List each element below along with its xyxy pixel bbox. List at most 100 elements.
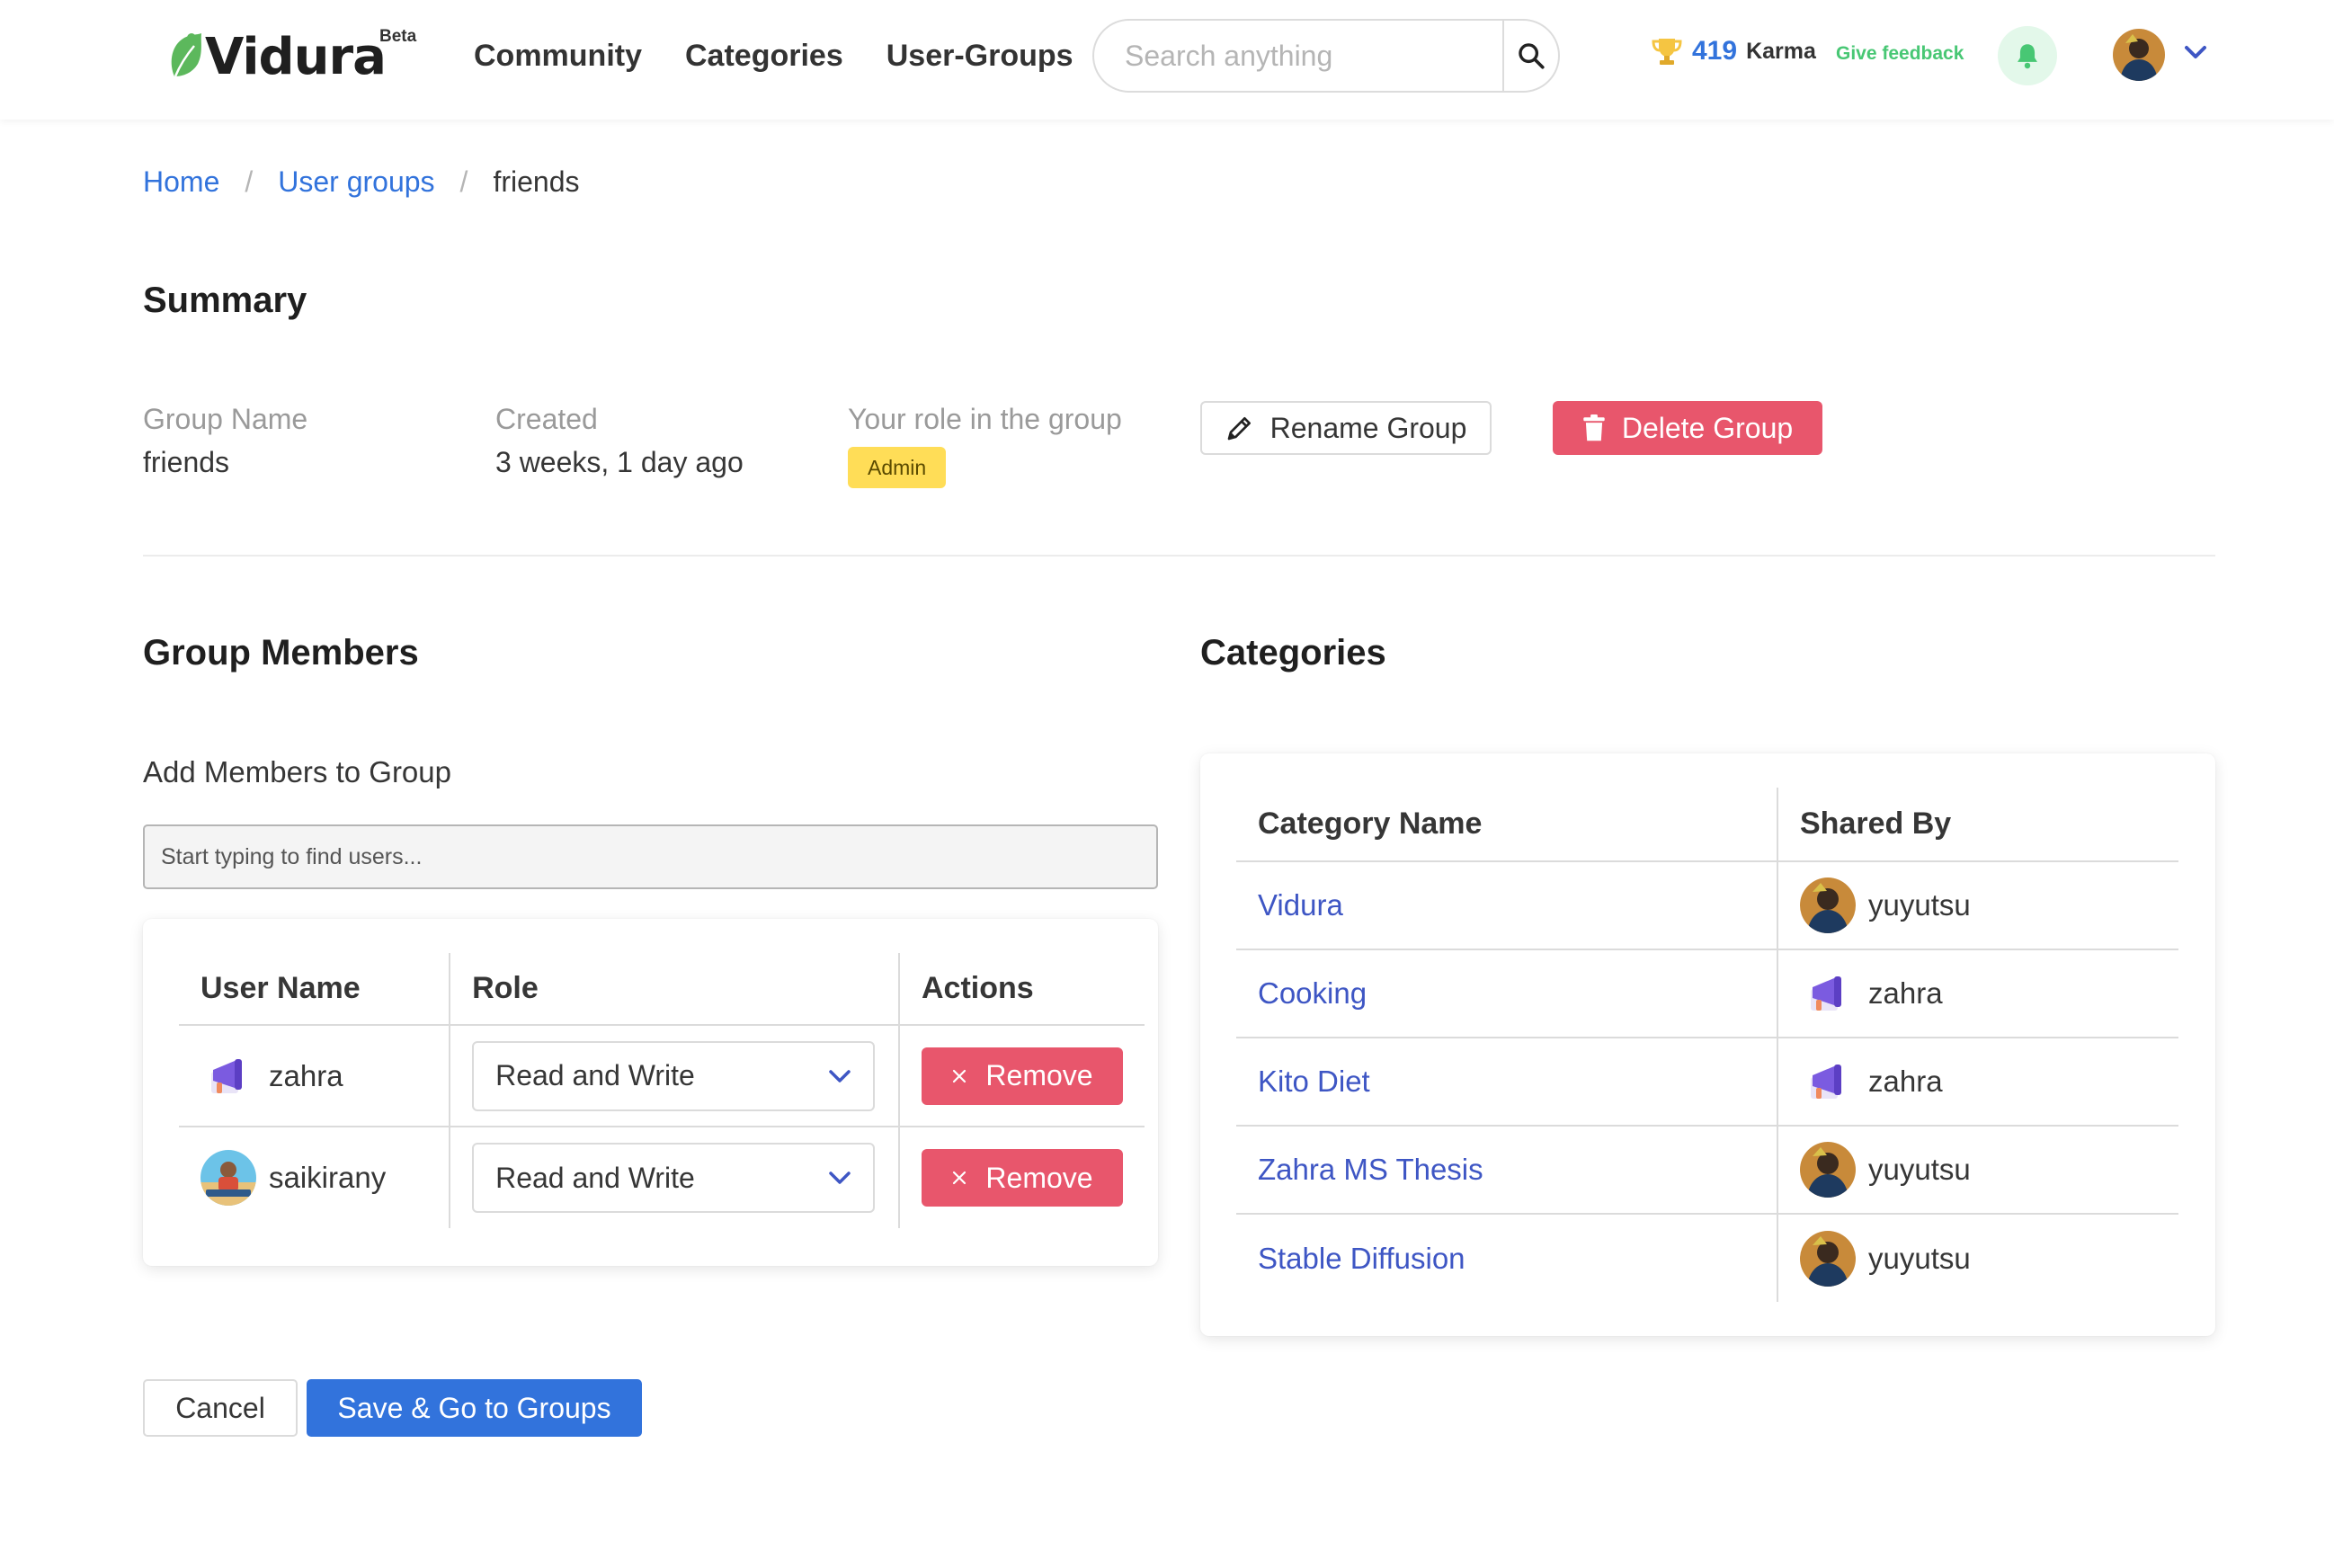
shared-by-cell: yuyutsu: [1777, 1214, 2178, 1302]
user-search-input[interactable]: [143, 824, 1158, 889]
delete-group-button[interactable]: Delete Group: [1553, 401, 1822, 455]
table-row: Vidura yuyutsu: [1236, 861, 2178, 950]
role-select[interactable]: Read and Write: [472, 1040, 876, 1111]
warrior-avatar-icon: [1800, 878, 1856, 933]
categories-header-row: Category Name Shared By: [1236, 788, 2178, 862]
megaphone-avatar-icon: [1800, 966, 1856, 1021]
trophy-icon: [1652, 39, 1682, 65]
user-avatar[interactable]: [2113, 29, 2165, 81]
shared-by-info: yuyutsu: [1800, 1142, 2157, 1198]
actions-cell: Remove: [899, 1025, 1145, 1127]
members-table: User Name Role Actions zahra Read and Wr…: [179, 953, 1145, 1228]
role-label: Your role in the group: [848, 403, 1122, 435]
breadcrumb: Home / User groups / friends: [143, 165, 579, 199]
category-link[interactable]: Kito Diet: [1258, 1065, 1370, 1098]
shared-by-name: yuyutsu: [1868, 888, 1971, 922]
global-search-input[interactable]: [1094, 21, 1502, 91]
beta-badge: Beta: [379, 27, 417, 46]
megaphone-avatar-icon: [1800, 1054, 1856, 1109]
column-header-actions: Actions: [899, 953, 1145, 1026]
avatar: [1800, 1054, 1856, 1109]
karma-value: 419: [1692, 36, 1738, 66]
close-icon: [953, 1171, 967, 1185]
role-cell: Read and Write: [450, 1025, 900, 1127]
breadcrumb-current: friends: [493, 165, 580, 198]
delete-group-label: Delete Group: [1621, 411, 1794, 444]
top-navbar: Vidura Beta Community Categories User-Gr…: [0, 0, 2334, 120]
member-name[interactable]: zahra: [269, 1059, 343, 1093]
table-row: Zahra MS Thesis yuyutsu: [1236, 1126, 2178, 1215]
search-icon: [1519, 43, 1545, 69]
remove-member-button[interactable]: Remove: [922, 1047, 1123, 1105]
logo[interactable]: Vidura Beta: [167, 25, 416, 88]
category-link[interactable]: Zahra MS Thesis: [1258, 1153, 1483, 1186]
member-info: saikirany: [200, 1150, 427, 1206]
group-name-label: Group Name: [143, 403, 308, 435]
shared-by-info: zahra: [1800, 1054, 2157, 1109]
remove-member-button[interactable]: Remove: [922, 1149, 1123, 1207]
shared-by-cell: yuyutsu: [1777, 861, 2178, 950]
nav-community[interactable]: Community: [474, 32, 642, 79]
karma-display: 419 Karma: [1651, 36, 1816, 67]
avatar-image-icon: [2113, 29, 2165, 81]
category-link[interactable]: Cooking: [1258, 976, 1367, 1010]
members-header-row: User Name Role Actions: [179, 953, 1145, 1026]
column-header-role: Role: [450, 953, 900, 1026]
pencil-icon: [1227, 417, 1251, 441]
nav-categories[interactable]: Categories: [685, 32, 843, 79]
warrior-avatar-icon: [1800, 1142, 1856, 1198]
category-link[interactable]: Vidura: [1258, 888, 1343, 922]
chevron-down-icon[interactable]: [2183, 43, 2208, 61]
member-name[interactable]: saikirany: [269, 1161, 386, 1195]
role-select[interactable]: Read and Write: [472, 1143, 876, 1213]
avatar: [1800, 1142, 1856, 1198]
category-cell: Vidura: [1236, 861, 1778, 950]
cancel-button[interactable]: Cancel: [143, 1379, 298, 1437]
group-members-heading: Group Members: [143, 633, 419, 673]
nav-user-groups[interactable]: User-Groups: [886, 32, 1073, 79]
column-header-shared-by: Shared By: [1777, 788, 2178, 862]
shared-by-cell: zahra: [1777, 949, 2178, 1038]
close-icon: [953, 1069, 967, 1082]
search-button[interactable]: [1502, 21, 1558, 91]
beach-avatar-icon: [200, 1150, 256, 1206]
created-value: 3 weeks, 1 day ago: [495, 446, 744, 478]
shared-by-cell: zahra: [1777, 1038, 2178, 1127]
member-info: zahra: [200, 1047, 427, 1104]
avatar: [200, 1047, 256, 1104]
give-feedback-link[interactable]: Give feedback: [1836, 43, 1964, 65]
warrior-avatar-icon: [1800, 1230, 1856, 1287]
role-select-value: Read and Write: [495, 1161, 695, 1194]
category-link[interactable]: Stable Diffusion: [1258, 1242, 1465, 1275]
notifications-button[interactable]: [1998, 26, 2057, 85]
actions-cell: Remove: [899, 1127, 1145, 1228]
breadcrumb-user-groups[interactable]: User groups: [278, 165, 434, 199]
breadcrumb-home[interactable]: Home: [143, 165, 219, 199]
shared-by-info: zahra: [1800, 966, 2157, 1021]
shared-by-name: yuyutsu: [1868, 1241, 1971, 1275]
category-cell: Kito Diet: [1236, 1038, 1778, 1127]
shared-by-info: yuyutsu: [1800, 1230, 2157, 1287]
role-cell: Read and Write: [450, 1127, 900, 1228]
breadcrumb-separator: /: [245, 165, 254, 198]
avatar: [1800, 1230, 1856, 1287]
role-select-value: Read and Write: [495, 1059, 695, 1091]
remove-label: Remove: [985, 1059, 1093, 1091]
summary-heading: Summary: [143, 281, 307, 320]
main-nav: Community Categories User-Groups: [474, 32, 1073, 79]
categories-card: Category Name Shared By Vidura yuyutsu C…: [1200, 753, 2215, 1336]
rename-group-label: Rename Group: [1269, 411, 1467, 444]
category-cell: Stable Diffusion: [1236, 1214, 1778, 1302]
shared-by-info: yuyutsu: [1800, 878, 2157, 933]
avatar: [1800, 966, 1856, 1021]
save-and-go-to-groups-button[interactable]: Save & Go to Groups: [307, 1379, 642, 1437]
rename-group-button[interactable]: Rename Group: [1200, 401, 1492, 455]
member-cell: zahra: [179, 1025, 451, 1127]
group-name-value: friends: [143, 446, 230, 478]
column-header-user-name: User Name: [179, 953, 451, 1026]
chevron-down-icon: [829, 1069, 851, 1082]
breadcrumb-separator: /: [459, 165, 468, 198]
table-row: saikirany Read and Write Remove: [179, 1127, 1145, 1228]
shared-by-cell: yuyutsu: [1777, 1126, 2178, 1215]
role-badge: Admin: [848, 447, 947, 488]
